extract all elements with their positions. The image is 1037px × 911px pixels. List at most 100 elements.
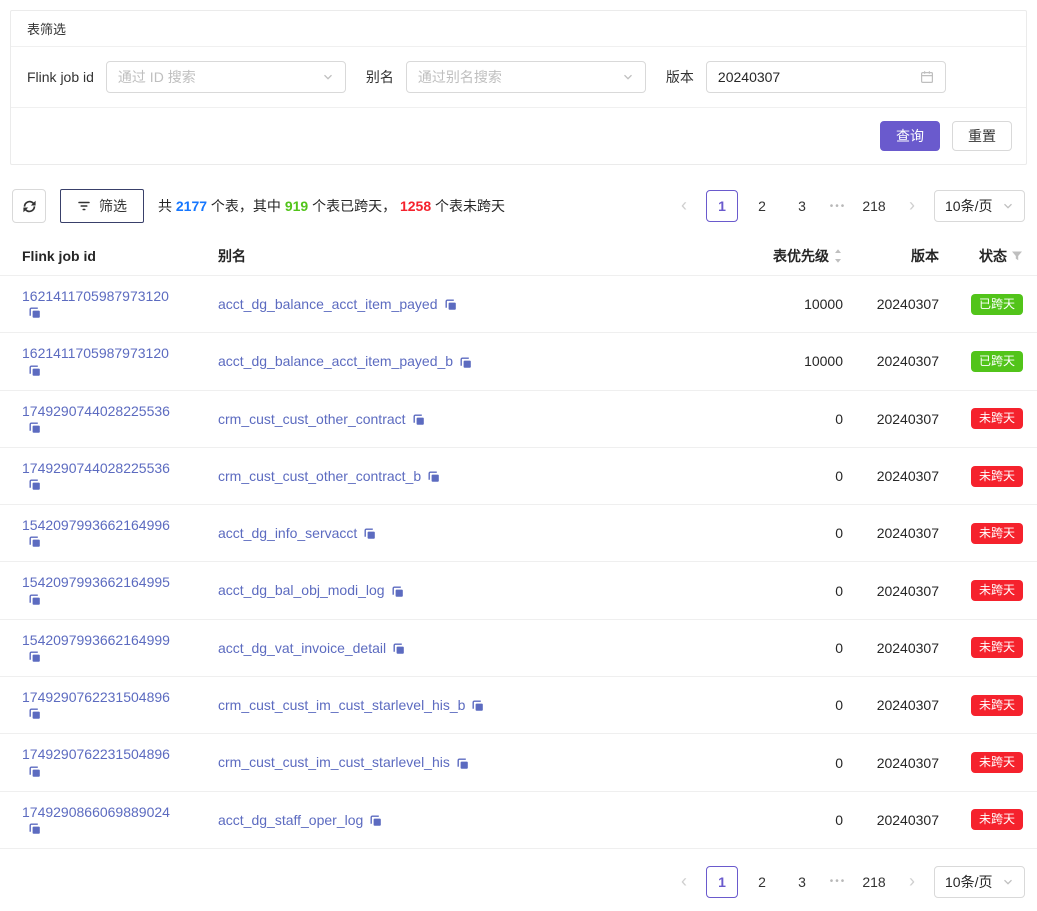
filter-lines-icon (77, 199, 91, 213)
status-badge: 未跨天 (971, 752, 1023, 773)
alias-link[interactable]: acct_dg_bal_obj_modi_log (218, 582, 385, 598)
alias-label: 别名 (366, 67, 394, 87)
col-priority: 表优先级 (701, 237, 851, 276)
status-badge: 未跨天 (971, 637, 1023, 658)
alias-link[interactable]: acct_dg_vat_invoice_detail (218, 640, 386, 656)
version-label: 版本 (666, 67, 694, 87)
page-size-value: 10条/页 (945, 196, 992, 216)
copy-icon[interactable] (392, 642, 406, 656)
copy-icon[interactable] (459, 356, 473, 370)
version-cell: 20240307 (851, 791, 947, 848)
flink-job-id-select[interactable]: 通过 ID 搜索 (106, 61, 346, 93)
version-date-input[interactable]: 20240307 (706, 61, 946, 93)
copy-icon[interactable] (444, 298, 458, 312)
alias-link[interactable]: crm_cust_cust_other_contract_b (218, 468, 421, 484)
table-row: 1621411705987973120 acct_dg_balance_acct… (0, 333, 1037, 390)
copy-icon[interactable] (363, 527, 377, 541)
copy-icon[interactable] (28, 478, 42, 492)
summary-prefix: 共 (158, 198, 176, 214)
copy-icon[interactable] (28, 707, 42, 721)
status-badge: 已跨天 (971, 351, 1023, 372)
col-status: 状态 (947, 237, 1037, 276)
alias-link[interactable]: crm_cust_cust_other_contract (218, 411, 406, 427)
col-priority-label: 表优先级 (773, 246, 829, 266)
filter-form: Flink job id 通过 ID 搜索 别名 通过别名搜索 版本 20240… (11, 47, 1026, 108)
table-row: 1749290762231504896 crm_cust_cust_im_cus… (0, 734, 1037, 791)
page-size-value: 10条/页 (945, 872, 992, 892)
col-flink-job-id: Flink job id (0, 237, 196, 276)
copy-icon[interactable] (28, 421, 42, 435)
version-cell: 20240307 (851, 276, 947, 333)
page-button-1[interactable]: 1 (706, 190, 738, 222)
page-button-3[interactable]: 3 (786, 190, 818, 222)
summary-text: 共 2177 个表，其中 919 个表已跨天， 1258 个表未跨天 (158, 196, 505, 216)
priority-cell: 0 (701, 677, 851, 734)
col-status-label: 状态 (979, 246, 1007, 266)
alias-link[interactable]: acct_dg_staff_oper_log (218, 812, 363, 828)
filter-card-title: 表筛选 (11, 11, 1026, 47)
copy-icon[interactable] (412, 413, 426, 427)
flink-job-id-label: Flink job id (27, 69, 94, 85)
alias-link[interactable]: acct_dg_balance_acct_item_payed (218, 296, 438, 312)
copy-icon[interactable] (456, 757, 470, 771)
prev-page-button[interactable]: ‹ (670, 866, 698, 898)
flink-job-id-link[interactable]: 1621411705987973120 (22, 345, 169, 361)
page-ellipsis[interactable]: ••• (826, 201, 850, 212)
flink-job-id-link[interactable]: 1749290762231504896 (22, 746, 170, 762)
flink-job-id-link[interactable]: 1542097993662164995 (22, 574, 170, 590)
copy-icon[interactable] (28, 306, 42, 320)
copy-icon[interactable] (391, 585, 405, 599)
next-page-button[interactable]: › (898, 866, 926, 898)
page-button-2[interactable]: 2 (746, 866, 778, 898)
column-filter-icon[interactable] (1011, 250, 1023, 262)
table-row: 1749290762231504896 crm_cust_cust_im_cus… (0, 677, 1037, 734)
alias-link[interactable]: crm_cust_cust_im_cust_starlevel_his (218, 754, 450, 770)
copy-icon[interactable] (28, 593, 42, 607)
filter-actions: 查询 重置 (11, 108, 1026, 164)
flink-job-id-link[interactable]: 1542097993662164996 (22, 517, 170, 533)
page-button-1[interactable]: 1 (706, 866, 738, 898)
alias-link[interactable]: acct_dg_info_servacct (218, 525, 357, 541)
col-alias: 别名 (196, 237, 701, 276)
filter-toggle-label: 筛选 (99, 196, 127, 216)
page-size-select[interactable]: 10条/页 (934, 866, 1025, 898)
flink-job-id-link[interactable]: 1749290866069889024 (22, 804, 170, 820)
alias-link[interactable]: acct_dg_balance_acct_item_payed_b (218, 353, 453, 369)
copy-icon[interactable] (28, 822, 42, 836)
copy-icon[interactable] (471, 699, 485, 713)
version-cell: 20240307 (851, 734, 947, 791)
page-button-last[interactable]: 218 (858, 866, 890, 898)
sort-icon[interactable] (833, 248, 843, 264)
filter-toggle-button[interactable]: 筛选 (60, 189, 144, 223)
version-cell: 20240307 (851, 677, 947, 734)
copy-icon[interactable] (28, 650, 42, 664)
pagination-bottom: ‹ 1 2 3 ••• 218 › 10条/页 (670, 866, 1025, 898)
next-page-button[interactable]: › (898, 190, 926, 222)
flink-job-id-link[interactable]: 1749290762231504896 (22, 689, 170, 705)
flink-job-id-link[interactable]: 1542097993662164999 (22, 632, 170, 648)
page-size-select[interactable]: 10条/页 (934, 190, 1025, 222)
query-button[interactable]: 查询 (880, 121, 940, 151)
copy-icon[interactable] (28, 535, 42, 549)
refresh-button[interactable] (12, 189, 46, 223)
copy-icon[interactable] (427, 470, 441, 484)
table-row: 1542097993662164996 acct_dg_info_servacc… (0, 505, 1037, 562)
page-button-last[interactable]: 218 (858, 190, 890, 222)
flink-job-id-link[interactable]: 1749290744028225536 (22, 460, 170, 476)
page-button-2[interactable]: 2 (746, 190, 778, 222)
alias-select[interactable]: 通过别名搜索 (406, 61, 646, 93)
copy-icon[interactable] (369, 814, 383, 828)
table-row: 1621411705987973120 acct_dg_balance_acct… (0, 276, 1037, 333)
copy-icon[interactable] (28, 364, 42, 378)
page-ellipsis[interactable]: ••• (826, 876, 850, 887)
prev-page-button[interactable]: ‹ (670, 190, 698, 222)
flink-job-id-link[interactable]: 1621411705987973120 (22, 288, 169, 304)
status-badge: 未跨天 (971, 523, 1023, 544)
reset-button[interactable]: 重置 (952, 121, 1012, 151)
alias-link[interactable]: crm_cust_cust_im_cust_starlevel_his_b (218, 697, 465, 713)
flink-job-id-link[interactable]: 1749290744028225536 (22, 403, 170, 419)
priority-cell: 0 (701, 734, 851, 791)
bottom-bar: ‹ 1 2 3 ••• 218 › 10条/页 (12, 866, 1025, 898)
alias-field: 别名 通过别名搜索 (366, 61, 646, 93)
page-button-3[interactable]: 3 (786, 866, 818, 898)
